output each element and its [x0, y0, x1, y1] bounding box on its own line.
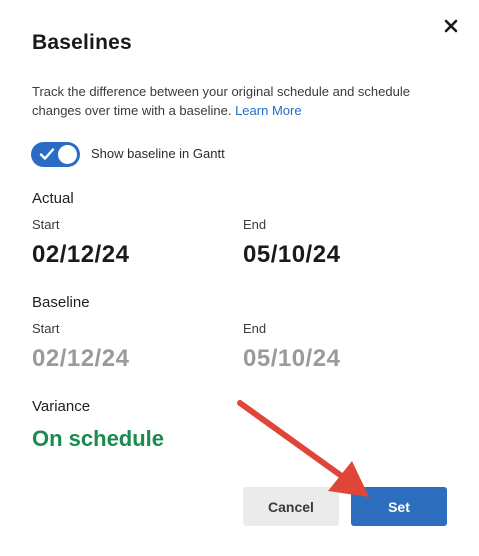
actual-end-date: 05/10/24 — [243, 241, 341, 268]
dialog-description: Track the difference between your origin… — [32, 82, 452, 120]
cancel-button[interactable]: Cancel — [243, 487, 339, 526]
actual-start-date: 02/12/24 — [32, 241, 130, 268]
toggle-knob — [58, 145, 77, 164]
learn-more-link[interactable]: Learn More — [235, 103, 301, 118]
description-text: Track the difference between your origin… — [32, 84, 410, 118]
show-baseline-toggle[interactable] — [31, 142, 80, 167]
dialog-title: Baselines — [32, 31, 132, 54]
set-button[interactable]: Set — [351, 487, 447, 526]
baseline-end-label: End — [243, 321, 267, 336]
baseline-end-date: 05/10/24 — [243, 345, 341, 372]
actual-end-label: End — [243, 217, 267, 232]
actual-start-label: Start — [32, 217, 60, 232]
baseline-heading: Baseline — [32, 294, 90, 311]
variance-heading: Variance — [32, 398, 91, 415]
close-icon — [444, 19, 458, 33]
baseline-start-date: 02/12/24 — [32, 345, 130, 372]
baselines-dialog: Baselines Track the difference between y… — [0, 0, 479, 556]
toggle-label: Show baseline in Gantt — [91, 146, 225, 161]
variance-value: On schedule — [32, 426, 165, 451]
check-icon — [39, 148, 55, 160]
actual-heading: Actual — [32, 190, 74, 207]
close-button[interactable] — [440, 15, 462, 37]
baseline-start-label: Start — [32, 321, 60, 336]
